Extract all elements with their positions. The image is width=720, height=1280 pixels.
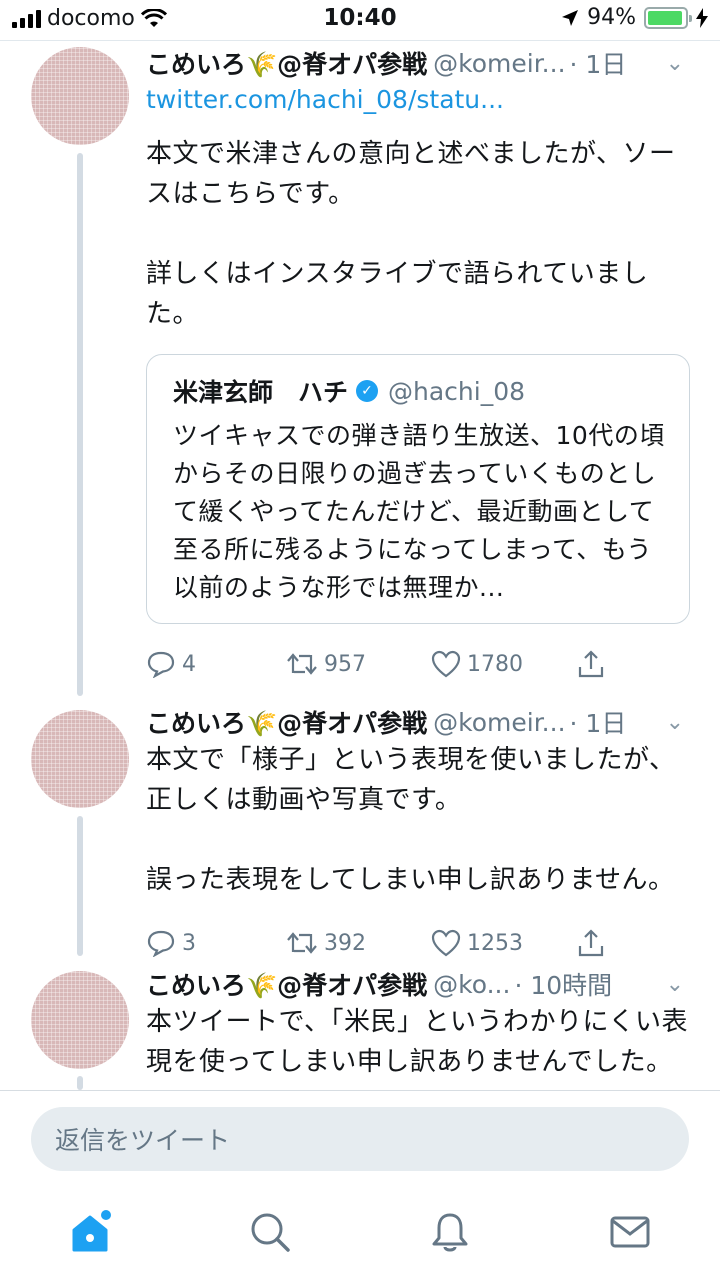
tweet-time: · 10時間 xyxy=(514,971,613,1000)
share-button[interactable] xyxy=(576,928,606,958)
reply-input[interactable]: 返信をツイート xyxy=(31,1107,689,1171)
reply-icon xyxy=(147,930,175,957)
author-name[interactable]: こめいろ🌾@脊オパ参戦 xyxy=(146,45,427,81)
retweet-icon xyxy=(287,653,317,675)
tweet-link[interactable]: twitter.com/hachi_08/statu... xyxy=(146,82,694,118)
search-icon xyxy=(251,1213,290,1252)
share-icon xyxy=(578,929,604,957)
tweet[interactable]: こめいろ🌾@脊オパ参戦 @komeir... · 1日 ⌄ 本文で「様子」という… xyxy=(146,704,694,963)
avatar[interactable] xyxy=(31,47,129,145)
tweet[interactable]: こめいろ🌾@脊オパ参戦 @komeir... · 1日 ⌄ twitter.co… xyxy=(146,45,694,684)
avatar[interactable] xyxy=(31,710,129,808)
author-name[interactable]: こめいろ🌾@脊オパ参戦 xyxy=(146,966,427,1002)
retweet-count: 392 xyxy=(324,930,366,956)
thread-line xyxy=(77,816,83,956)
share-button[interactable] xyxy=(576,649,606,679)
author-handle: @ko... xyxy=(433,969,511,999)
heart-icon xyxy=(431,650,461,678)
tab-home[interactable] xyxy=(60,1202,120,1262)
location-arrow-icon xyxy=(562,9,579,26)
charging-icon xyxy=(696,7,708,28)
chevron-down-icon[interactable]: ⌄ xyxy=(666,51,694,76)
tab-notifications[interactable] xyxy=(420,1202,480,1262)
tweet-text: 本ツイートで、「米民」というわかりにくい表現を使ってしまい申し訳ありませんでした… xyxy=(146,1007,688,1077)
retweet-button[interactable]: 957 xyxy=(286,651,431,677)
messages-icon xyxy=(610,1216,650,1248)
share-icon xyxy=(578,650,604,678)
battery-percent: 94% xyxy=(587,5,636,30)
battery-icon xyxy=(644,6,692,29)
status-bar: docomo 10:40 94% xyxy=(0,0,720,40)
chevron-down-icon[interactable]: ⌄ xyxy=(666,972,694,997)
quote-author-handle: @hachi_08 xyxy=(388,376,526,406)
reply-count: 4 xyxy=(182,651,196,677)
tweet-actions: 4 957 1780 xyxy=(146,644,694,684)
tweet-time: · 1日 xyxy=(569,709,627,738)
tweet-text: 本文で米津さんの意向と述べましたが、ソースはこちらです。 詳しくはインスタライブ… xyxy=(146,139,676,329)
thread-line xyxy=(77,153,83,696)
tweet[interactable]: こめいろ🌾@脊オパ参戦 @ko... · 10時間 ⌄ 本ツイートで、「米民」と… xyxy=(146,966,694,1090)
like-count: 1253 xyxy=(467,930,523,956)
tab-bar xyxy=(0,1188,720,1280)
heart-icon xyxy=(431,929,461,957)
quote-author-name: 米津玄師 ハチ xyxy=(173,378,349,407)
quoted-tweet[interactable]: 米津玄師 ハチ ✓ @hachi_08 ツイキャスでの弾き語り生放送、10代の頃… xyxy=(146,354,690,624)
thread-line xyxy=(77,1076,83,1090)
retweet-icon xyxy=(287,932,317,954)
home-icon xyxy=(72,1210,111,1252)
retweet-button[interactable]: 392 xyxy=(286,930,431,956)
verified-badge-icon: ✓ xyxy=(356,380,379,402)
reply-button[interactable]: 3 xyxy=(146,929,286,957)
tweet-text: 本文で「様子」という表現を使いましたが、正しくは動画や写真です。 誤った表現をし… xyxy=(146,745,676,895)
like-button[interactable]: 1253 xyxy=(431,929,576,957)
reply-placeholder: 返信をツイート xyxy=(55,1126,231,1155)
quote-text: ツイキャスでの弾き語り生放送、10代の頃からその日限りの過ぎ去っていくものとして… xyxy=(173,421,665,602)
author-handle: @komeir... xyxy=(433,707,566,737)
like-count: 1780 xyxy=(467,651,523,677)
chevron-down-icon[interactable]: ⌄ xyxy=(666,710,694,735)
tweet-actions: 3 392 1253 xyxy=(146,923,694,963)
like-button[interactable]: 1780 xyxy=(431,650,576,678)
retweet-count: 957 xyxy=(324,651,366,677)
reply-icon xyxy=(147,651,175,678)
reply-count: 3 xyxy=(182,930,196,956)
avatar[interactable] xyxy=(31,971,129,1069)
reply-button[interactable]: 4 xyxy=(146,650,286,678)
tweet-time: · 1日 xyxy=(569,50,627,79)
notifications-icon xyxy=(432,1213,468,1252)
author-handle: @komeir... xyxy=(433,48,566,78)
tab-search[interactable] xyxy=(240,1202,300,1262)
battery-level xyxy=(648,10,682,25)
author-name[interactable]: こめいろ🌾@脊オパ参戦 xyxy=(146,704,427,740)
reply-bar: 返信をツイート xyxy=(0,1090,720,1188)
tab-messages[interactable] xyxy=(600,1202,660,1262)
